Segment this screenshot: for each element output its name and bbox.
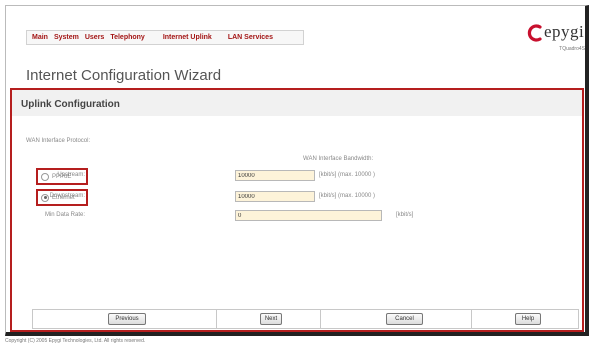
downstream-unit: [kbit/s] (max. 10000 ) [319, 193, 376, 199]
upstream-unit: [kbit/s] (max. 10000 ) [319, 172, 376, 178]
downstream-input[interactable] [235, 191, 315, 202]
menu-item-telephony[interactable]: Telephony [110, 34, 144, 41]
top-menu: Main System Users Telephony Internet Upl… [26, 30, 304, 45]
help-button[interactable]: Help [515, 313, 541, 325]
min-data-rate-label: Min Data Rate: [44, 212, 85, 218]
upstream-input[interactable] [235, 170, 315, 181]
epygi-logo: epygi TQuadro4S [527, 22, 589, 52]
min-data-rate-unit: [kbit/s] [396, 212, 414, 218]
next-button[interactable]: Next [260, 313, 282, 325]
panel-header: Uplink Configuration [12, 90, 582, 116]
downstream-label: Downstream: [49, 193, 85, 199]
cancel-button[interactable]: Cancel [386, 313, 423, 325]
copyright-text: Copyright (C) 2005 Epygi Technologies, L… [5, 338, 146, 344]
menu-item-system[interactable]: System [54, 34, 79, 41]
wizard-button-bar: Previous Next Cancel Help [32, 309, 579, 329]
upstream-label: Upstream: [57, 172, 85, 178]
panel-title: Uplink Configuration [21, 99, 120, 110]
previous-button[interactable]: Previous [108, 313, 146, 325]
radio-ethernet-circle[interactable] [41, 193, 49, 202]
device-model: TQuadro4S [559, 46, 585, 52]
menu-item-lan-services[interactable]: LAN Services [228, 34, 273, 41]
button-divider [471, 310, 472, 328]
menu-item-users[interactable]: Users [85, 34, 104, 41]
min-data-rate-input[interactable] [235, 210, 382, 221]
page-title: Internet Configuration Wizard [26, 67, 222, 84]
epygi-logo-icon [527, 24, 542, 42]
brand-name: epygi [544, 22, 585, 41]
button-divider [216, 310, 217, 328]
wan-bandwidth-label: WAN Interface Bandwidth: [303, 156, 374, 162]
radio-pppoe-circle[interactable] [41, 172, 49, 181]
menu-item-internet-uplink[interactable]: Internet Uplink [163, 34, 212, 41]
button-divider [320, 310, 321, 328]
uplink-configuration-panel: Uplink Configuration WAN Interface Proto… [10, 88, 584, 332]
wan-protocol-label: WAN Interface Protocol: [26, 138, 91, 144]
menu-item-main[interactable]: Main [32, 34, 48, 41]
